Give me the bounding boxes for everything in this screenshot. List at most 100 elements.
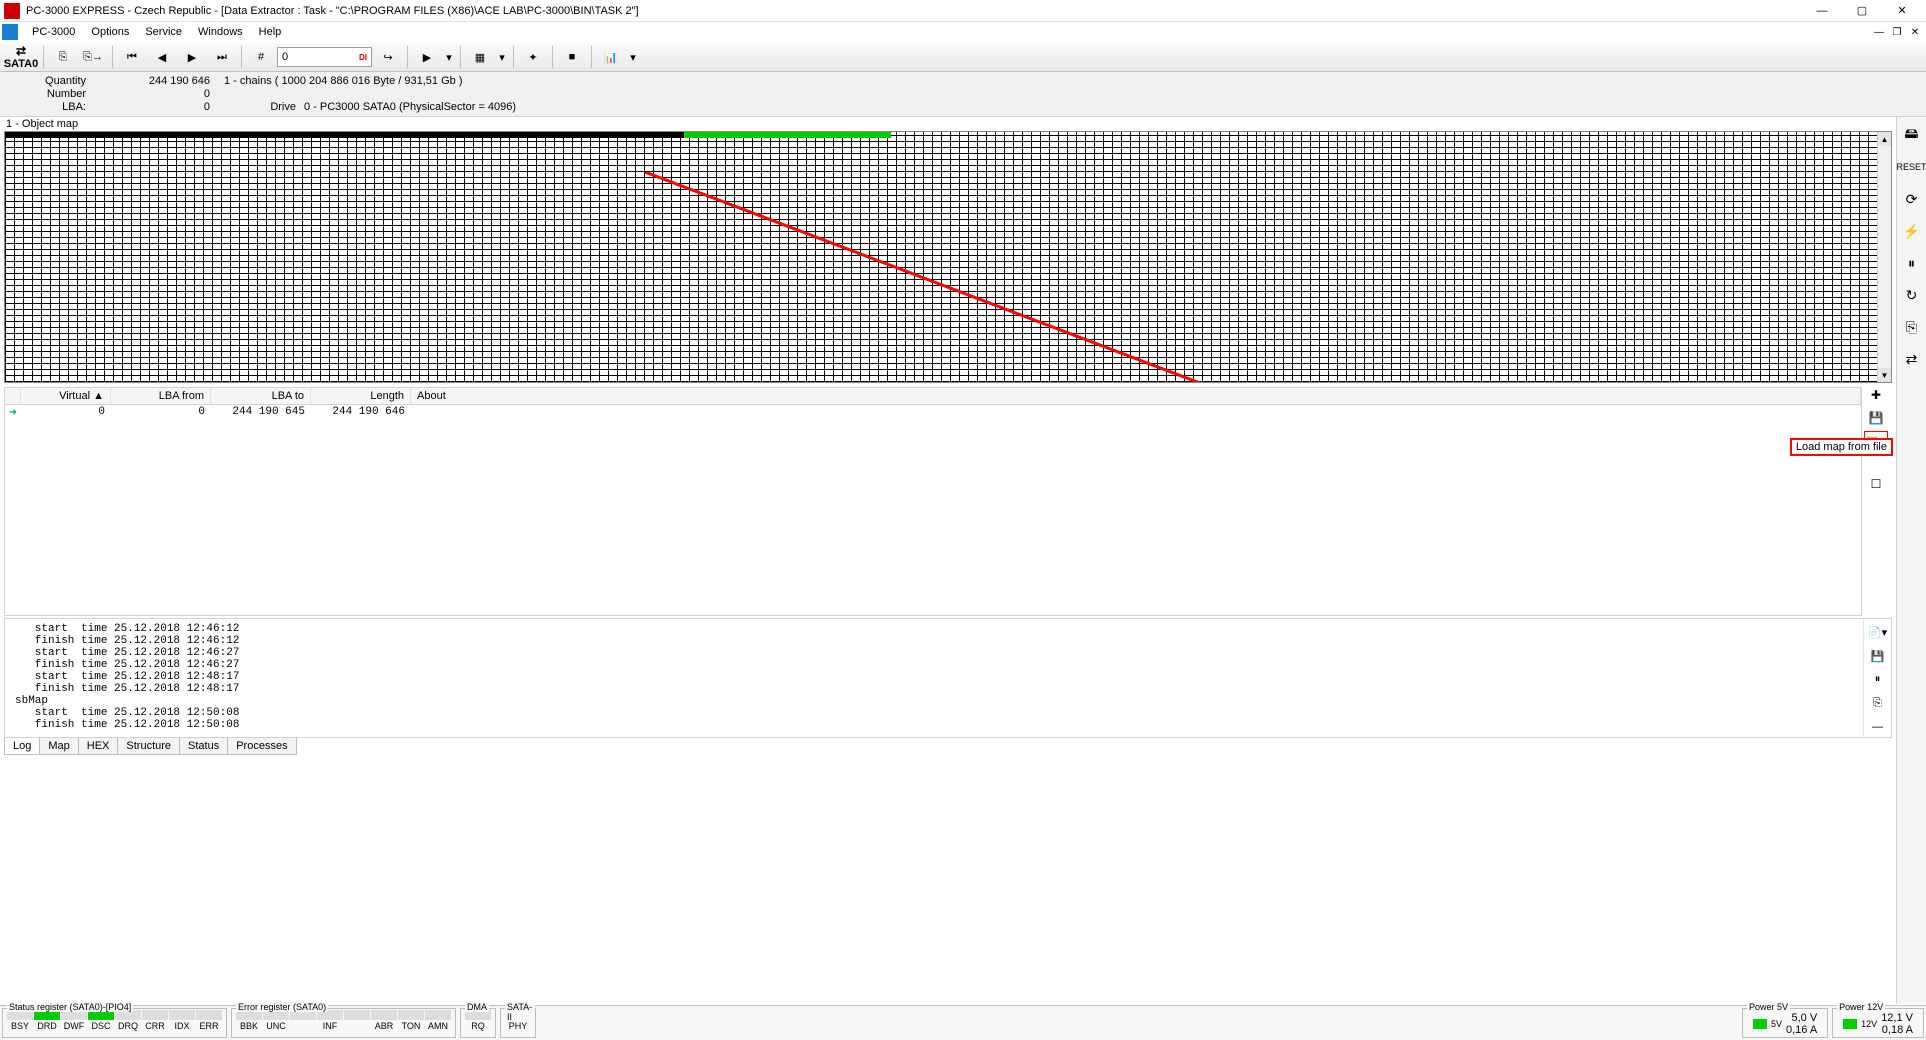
goto-button[interactable]: ↪ <box>374 44 402 70</box>
log-clip-button[interactable]: ⎘ <box>1867 694 1889 714</box>
led-BSY: BSY <box>7 1010 33 1031</box>
map-clear-button[interactable]: ☐ <box>1864 474 1888 494</box>
led-IDX: IDX <box>169 1010 195 1031</box>
led-ERR: ERR <box>196 1010 222 1031</box>
lba-input[interactable]: 0DI <box>277 47 372 67</box>
map-filled-region <box>5 132 684 138</box>
lba-value: 0 <box>94 101 224 113</box>
menu-bar: PC-3000 Options Service Windows Help — ❐… <box>0 22 1926 42</box>
copy-icon[interactable]: ⎘ <box>1900 315 1924 339</box>
mdi-close-button[interactable]: ✕ <box>1906 24 1924 40</box>
tools-button[interactable]: ✦ <box>519 44 547 70</box>
table-row[interactable]: ➜ 0 0 244 190 645 244 190 646 <box>5 405 1861 419</box>
port-sata0-button[interactable]: SATA0 <box>4 44 38 70</box>
chain-table: Virtual ▲ LBA from LBA to Length About ➜… <box>4 387 1862 616</box>
led-CRR: CRR <box>142 1010 168 1031</box>
mdi-restore-button[interactable]: ❐ <box>1888 24 1906 40</box>
pause-icon[interactable]: ⏸ <box>1900 251 1924 275</box>
quantity-label: Quantity <box>6 75 94 87</box>
tab-status[interactable]: Status <box>179 738 228 755</box>
led-ABR: ABR <box>371 1010 397 1031</box>
error-register-group: Error register (SATA0) BBKUNCINFABRTONAM… <box>231 1008 456 1038</box>
stop-button[interactable]: ■ <box>558 44 586 70</box>
led-TON: TON <box>398 1010 424 1031</box>
window-title: PC-3000 EXPRESS - Czech Republic - [Data… <box>26 5 1802 17</box>
log-panel: start time 25.12.2018 12:46:12 finish ti… <box>4 618 1892 738</box>
log-clear-button[interactable]: — <box>1867 717 1889 737</box>
app-icon <box>4 3 20 19</box>
restart-icon[interactable]: ⟳ <box>1900 187 1924 211</box>
col-lba-from[interactable]: LBA from <box>111 388 211 404</box>
map-add-button[interactable]: ✚ <box>1864 385 1888 405</box>
led-UNC: UNC <box>263 1010 289 1031</box>
tab-structure[interactable]: Structure <box>117 738 180 755</box>
row-icon: ➜ <box>5 405 21 419</box>
drive-value: 0 - PC3000 SATA0 (PhysicalSector = 4096) <box>304 101 516 113</box>
led-DSC: DSC <box>88 1010 114 1031</box>
info-bar: Quantity 244 190 646 1 - chains ( 1000 2… <box>0 72 1926 117</box>
menu-windows[interactable]: Windows <box>190 24 251 40</box>
toolbar: SATA0 ⎘ ⎘→ ⏮ ◀ ▶ ⏭ # 0DI ↪ ▶ ▾ ▦ ▾ ✦ ■ 📊… <box>0 42 1926 72</box>
chart-button[interactable]: 📊 <box>597 44 625 70</box>
bottom-tabs: Log Map HEX Structure Status Processes <box>4 738 1892 755</box>
col-virtual: Virtual ▲ <box>21 388 111 404</box>
led-BBK: BBK <box>236 1010 262 1031</box>
next-button[interactable]: ▶ <box>178 44 206 70</box>
led-RQ: RQ <box>465 1010 491 1031</box>
drive-icon[interactable]: 🖴 <box>1900 123 1924 147</box>
maximize-button[interactable]: ▢ <box>1842 1 1882 21</box>
number-label: Number <box>6 88 94 100</box>
log-open-button[interactable]: 📄▾ <box>1867 623 1889 643</box>
grid-icon[interactable]: # <box>247 44 275 70</box>
log-save-button[interactable]: 💾 <box>1867 647 1889 667</box>
sata-group: SATA-II PHY <box>500 1008 536 1038</box>
object-map-caption: 1 - Object map <box>0 117 1896 131</box>
tab-hex[interactable]: HEX <box>78 738 119 755</box>
map-green-region <box>684 132 891 138</box>
menu-options[interactable]: Options <box>83 24 137 40</box>
menu-service[interactable]: Service <box>137 24 190 40</box>
chart-dropdown[interactable]: ▾ <box>627 44 639 70</box>
title-bar: PC-3000 EXPRESS - Czech Republic - [Data… <box>0 0 1926 22</box>
menu-pc3000[interactable]: PC-3000 <box>24 24 83 40</box>
chains-value: 1 - chains ( 1000 204 886 016 Byte / 931… <box>224 75 463 87</box>
status-register-group: Status register (SATA0)-[PIO4] BSYDRDDWF… <box>2 1008 227 1038</box>
number-value: 0 <box>94 88 224 100</box>
play-button[interactable]: ▶ <box>413 44 441 70</box>
loop-icon[interactable]: ↻ <box>1900 283 1924 307</box>
grid2-dropdown[interactable]: ▾ <box>496 44 508 70</box>
map-save-button[interactable]: 💾 <box>1864 408 1888 428</box>
play-dropdown[interactable]: ▾ <box>443 44 455 70</box>
tab-map[interactable]: Map <box>39 738 78 755</box>
copy-button[interactable]: ⎘ <box>49 44 77 70</box>
log-pause-button[interactable]: ⏸ <box>1867 670 1889 690</box>
prev-button[interactable]: ◀ <box>148 44 176 70</box>
tab-log[interactable]: Log <box>4 738 40 755</box>
grid2-button[interactable]: ▦ <box>466 44 494 70</box>
lba-label: LBA: <box>6 101 94 113</box>
mdi-minimize-button[interactable]: — <box>1870 24 1888 40</box>
tab-processes[interactable]: Processes <box>227 738 296 755</box>
minimize-button[interactable]: — <box>1802 1 1842 21</box>
col-length[interactable]: Length <box>311 388 411 404</box>
object-map[interactable]: ▲▼ <box>4 131 1892 383</box>
col-lba-to[interactable]: LBA to <box>211 388 311 404</box>
reset-button[interactable]: RESET <box>1900 155 1924 179</box>
col-about[interactable]: About <box>411 388 1861 404</box>
map-scrollbar[interactable]: ▲▼ <box>1877 132 1891 382</box>
log-text[interactable]: start time 25.12.2018 12:46:12 finish ti… <box>5 619 1863 737</box>
menu-help[interactable]: Help <box>251 24 290 40</box>
power-icon[interactable]: ⚡ <box>1900 219 1924 243</box>
led-blank <box>290 1010 316 1031</box>
last-button[interactable]: ⏭ <box>208 44 236 70</box>
led-DRQ: DRQ <box>115 1010 141 1031</box>
led-INF: INF <box>317 1010 343 1031</box>
power-5v-group: Power 5V 5V 5,0 V0,16 A <box>1742 1008 1828 1038</box>
connect-icon[interactable]: ⇄ <box>1900 347 1924 371</box>
drive-label: Drive <box>264 101 304 113</box>
power-12v-group: Power 12V 12V 12,1 V0,18 A <box>1832 1008 1924 1038</box>
first-button[interactable]: ⏮ <box>118 44 146 70</box>
quantity-value: 244 190 646 <box>94 75 224 87</box>
copy-out-button[interactable]: ⎘→ <box>79 44 107 70</box>
close-button[interactable]: ✕ <box>1882 1 1922 21</box>
